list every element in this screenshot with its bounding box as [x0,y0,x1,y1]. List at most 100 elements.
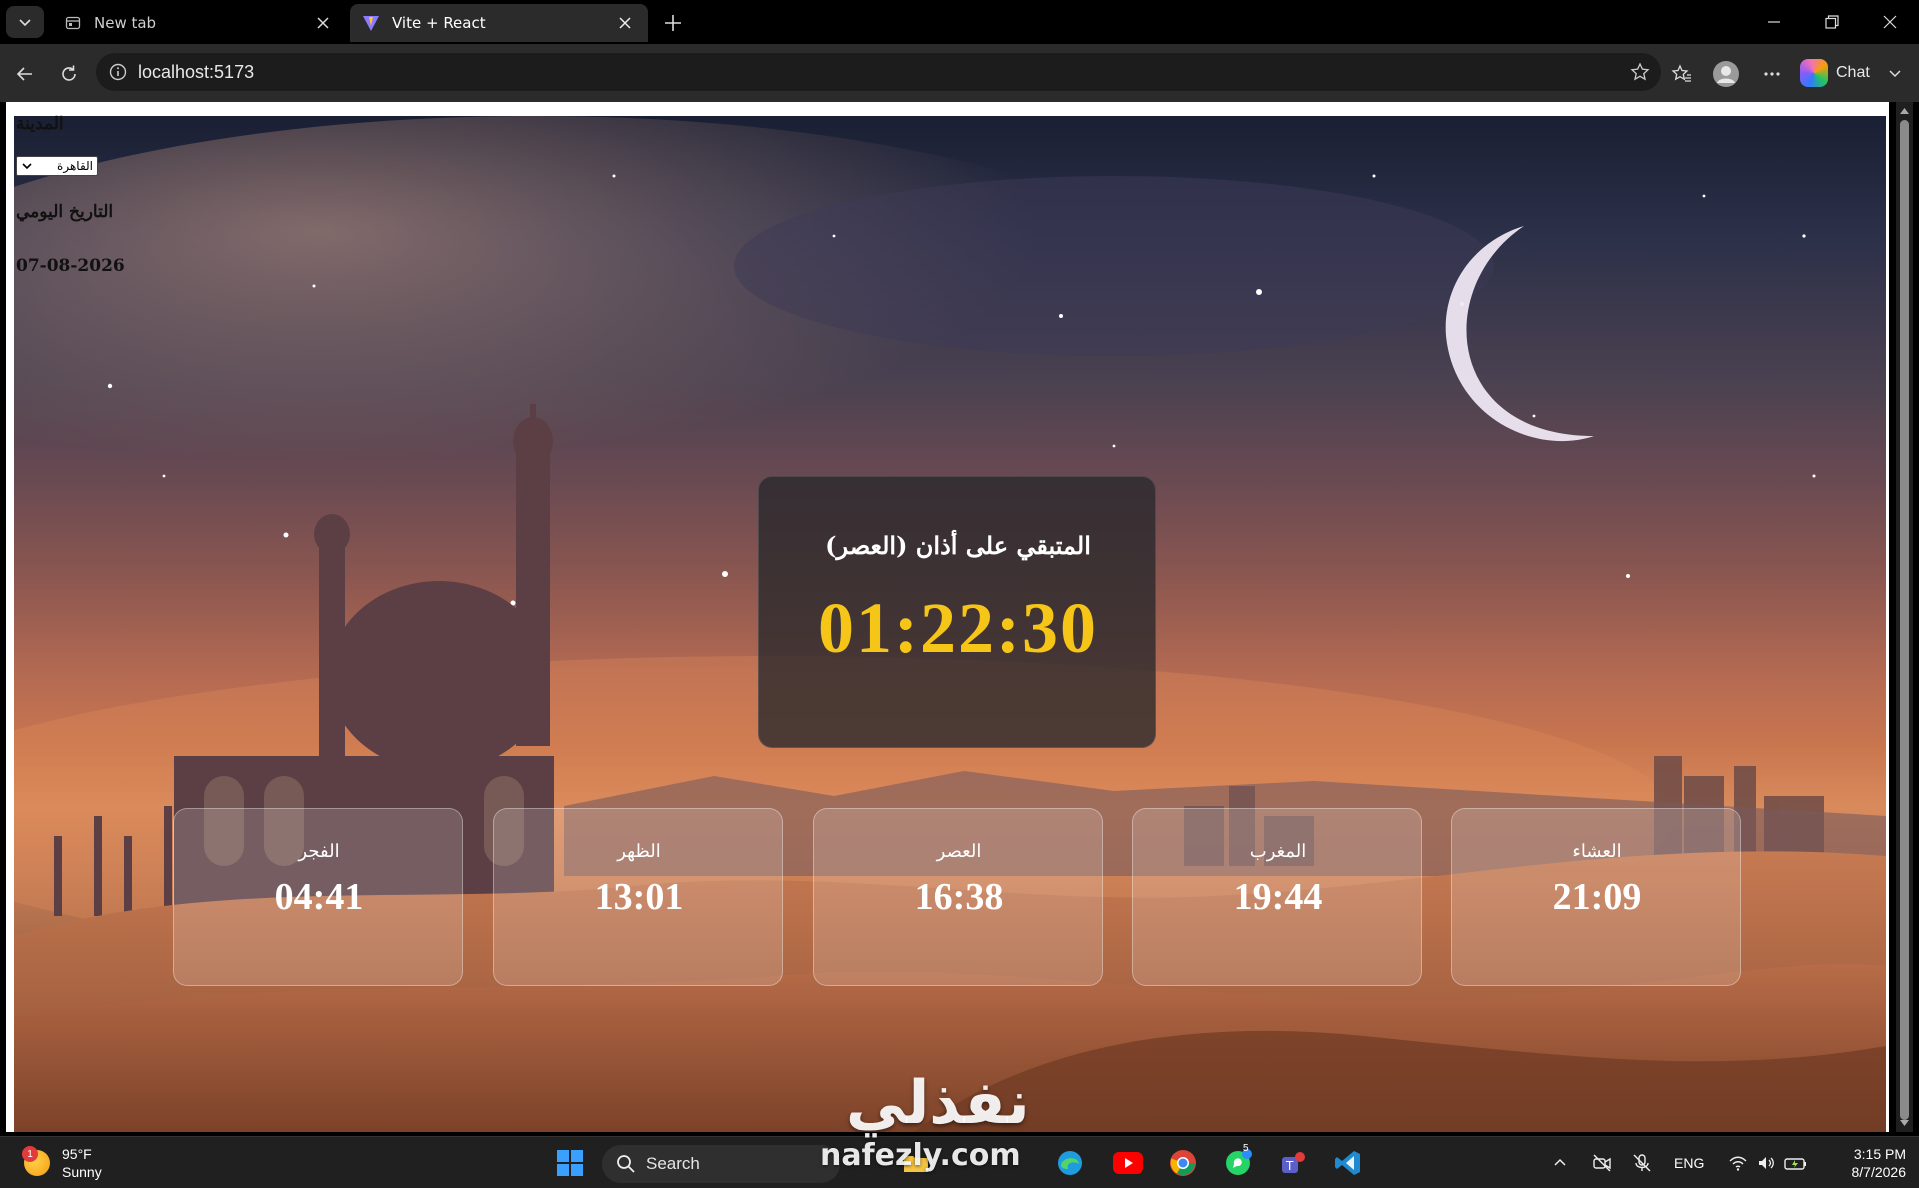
whatsapp-badge: 5 [1243,1143,1249,1154]
edge-browser-icon [1058,1151,1082,1175]
browser-tab-bar: New tab Vite + React [0,0,1919,44]
city-selected-value: القاهرة [57,159,93,173]
tab-title: New tab [94,14,157,32]
new-tab-button[interactable] [656,8,690,38]
restore-button[interactable] [1803,0,1861,44]
camera-off-icon[interactable] [1592,1153,1612,1173]
chat-label: Chat [1836,64,1870,81]
prayer-time: 16:38 [914,876,1004,918]
search-icon [617,1155,635,1173]
prayer-name: المغرب [1249,841,1307,862]
copilot-icon [1800,59,1828,87]
taskbar-edge[interactable] [1052,1145,1088,1181]
date-label: التاريخ اليومي [16,202,114,222]
vscode-icon [1335,1151,1360,1175]
countdown-label: المتبقي على أذان (العصر) [825,531,1091,560]
avatar-icon [1713,61,1739,87]
prayer-name: العشاء [1572,841,1622,862]
watermark-url: nafezly.com [820,1138,1021,1173]
language-indicator[interactable]: ENG [1674,1155,1704,1171]
microphone-muted-icon[interactable] [1632,1153,1652,1173]
taskbar-search[interactable]: Search [602,1145,840,1183]
chevron-down-icon [19,19,31,27]
teams-icon: T [1282,1152,1305,1173]
windows-logo-icon [557,1150,583,1176]
youtube-icon [1113,1152,1143,1174]
taskbar-youtube[interactable] [1110,1145,1146,1181]
notification-badge: 1 [22,1146,38,1162]
favorites-icon [1671,64,1691,82]
refresh-icon [62,65,76,81]
url-text: localhost:5173 [138,61,255,82]
scroll-down-icon[interactable] [1899,1118,1910,1128]
close-icon [1883,15,1897,29]
page-scrollbar[interactable] [1896,102,1913,1132]
taskbar-teams[interactable]: T [1275,1145,1311,1181]
prayer-name: الفجر [298,841,340,862]
chevron-up-icon[interactable] [1552,1155,1568,1171]
favorites-button[interactable] [1664,56,1700,92]
tab-title: Vite + React [392,14,486,32]
scrollbar-thumb[interactable] [1900,120,1909,1120]
date-value: 07-08-2026 [16,256,125,276]
taskbar-whatsapp[interactable]: 5 [1220,1143,1256,1181]
prayer-time: 19:44 [1233,876,1323,918]
browser-toolbar: localhost:5173 Chat [0,44,1919,102]
copilot-chat-button[interactable]: Chat [1800,54,1902,92]
wifi-icon[interactable] [1728,1153,1748,1173]
refresh-button[interactable] [52,57,86,91]
tab-vite-react[interactable]: Vite + React [350,4,648,42]
arrow-left-icon [16,67,32,81]
svg-text:T: T [1285,1159,1294,1173]
prayer-times-list: الفجر 04:41 الظهر 13:01 العصر 16:38 المغ… [173,808,1741,986]
prayer-card-isha: العشاء 21:09 [1451,808,1741,986]
sunny-weather-icon: 1 [22,1146,50,1176]
tab-list-button[interactable] [6,6,44,38]
chevron-down-icon [1889,70,1901,78]
battery-charging-icon[interactable] [1784,1153,1808,1173]
close-tab-icon[interactable] [312,12,334,34]
profile-button[interactable] [1708,56,1744,92]
prayer-card-dhuhr: الظهر 13:01 [493,808,783,986]
restore-icon [1825,15,1839,29]
weather-widget[interactable]: 1 95°F Sunny [22,1145,102,1181]
page-viewport: المدينة القاهرة التاريخ اليومي 07-08-202… [6,102,1889,1132]
clock-time: 3:15 PM [1853,1146,1906,1162]
city-select[interactable]: القاهرة [16,156,98,176]
prayer-time: 13:01 [594,876,684,918]
more-options-button[interactable] [1754,56,1790,92]
minimize-button[interactable] [1745,0,1803,44]
taskbar-clock[interactable]: 3:15 PM 8/7/2026 [1820,1145,1907,1181]
prayer-time: 21:09 [1552,876,1642,918]
chevron-down-icon [22,163,32,170]
scroll-up-icon[interactable] [1899,106,1910,116]
weather-description: Sunny [62,1164,102,1180]
system-tray: ENG [1552,1137,1808,1188]
more-horizontal-icon [1764,72,1780,76]
close-window-button[interactable] [1861,0,1919,44]
prayer-card-maghrib: المغرب 19:44 [1132,808,1422,986]
address-bar[interactable]: localhost:5173 [96,53,1661,91]
new-tab-page-icon [64,14,82,32]
minimize-icon [1768,21,1780,23]
taskbar-chrome[interactable] [1165,1145,1201,1181]
prayer-name: الظهر [617,841,661,862]
city-label: المدينة [16,114,64,134]
volume-icon[interactable] [1756,1153,1776,1173]
close-tab-icon[interactable] [614,12,636,34]
prayer-card-asr: العصر 16:38 [813,808,1103,986]
chrome-icon [1170,1150,1196,1176]
weather-temperature: 95°F [62,1146,92,1162]
prayer-card-fajr: الفجر 04:41 [173,808,463,986]
prayer-time: 04:41 [274,876,364,918]
watermark-logo-text: نفذلي [846,1068,1030,1138]
favorite-star-icon[interactable] [1629,61,1651,83]
taskbar-vscode[interactable] [1330,1145,1366,1181]
plus-icon [665,15,681,31]
countdown-card: المتبقي على أذان (العصر) 01:22:30 [758,476,1156,748]
back-button[interactable] [8,57,42,91]
start-button[interactable] [552,1145,588,1181]
site-info-icon[interactable] [108,62,128,82]
clock-date: 8/7/2026 [1851,1164,1907,1180]
tab-new-tab[interactable]: New tab [52,4,346,42]
